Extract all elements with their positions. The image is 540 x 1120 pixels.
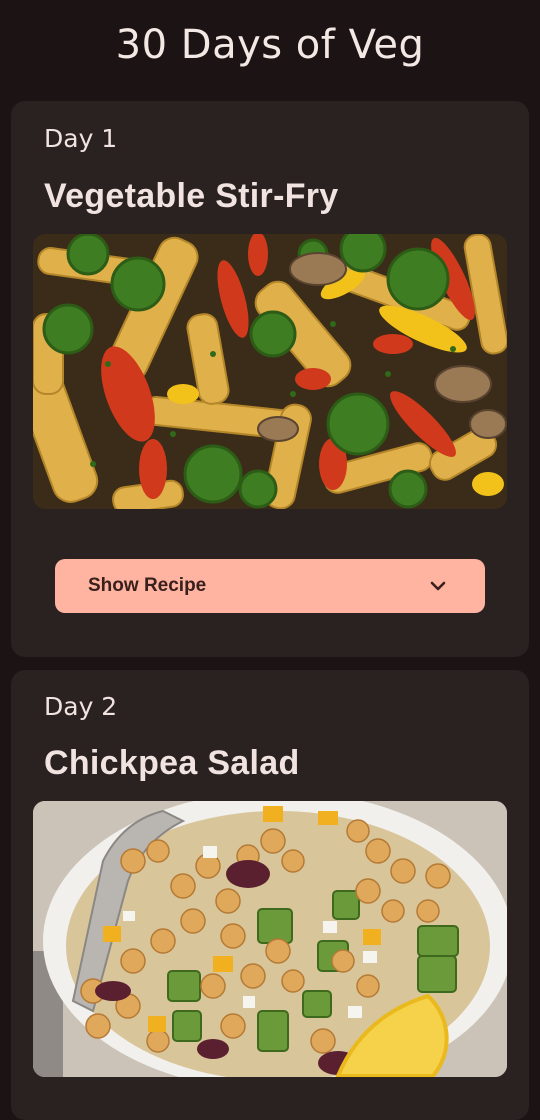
day-label: Day 2 bbox=[44, 692, 118, 721]
show-recipe-label: Show Recipe bbox=[88, 575, 207, 596]
recipe-title: Vegetable Stir-Fry bbox=[44, 177, 339, 215]
app-title: 30 Days of Veg bbox=[115, 22, 425, 68]
recipe-card-day-2: Day 2 Chickpea Salad bbox=[11, 670, 529, 1120]
chevron-down-icon bbox=[430, 581, 446, 591]
show-recipe-button[interactable]: Show Recipe bbox=[55, 559, 485, 613]
recipe-photo-stir-fry bbox=[33, 234, 507, 509]
recipe-title: Chickpea Salad bbox=[44, 744, 300, 782]
day-label: Day 1 bbox=[44, 124, 118, 153]
recipe-photo-chickpea-salad bbox=[33, 801, 507, 1077]
recipe-card-day-1: Day 1 Vegetable Stir-Fry Show Recipe bbox=[11, 101, 529, 657]
